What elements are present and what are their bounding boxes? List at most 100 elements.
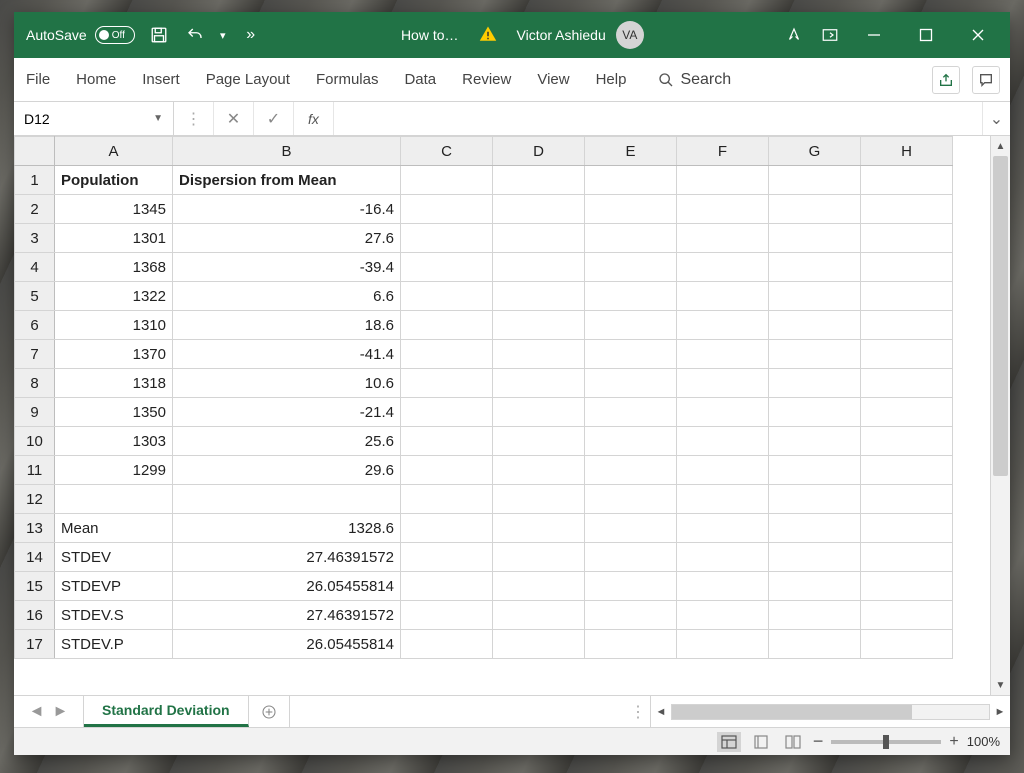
cell[interactable]: 1350 (55, 398, 173, 427)
cell[interactable]: -21.4 (173, 398, 401, 427)
cell[interactable] (769, 543, 861, 572)
cell[interactable] (585, 253, 677, 282)
sheet-split-handle[interactable]: ⋮ (626, 696, 650, 727)
cell[interactable] (493, 543, 585, 572)
cell[interactable] (401, 398, 493, 427)
sheet-nav-prev-icon[interactable]: ◄ (29, 703, 45, 721)
cell[interactable] (493, 253, 585, 282)
cell[interactable] (401, 282, 493, 311)
row-header[interactable]: 14 (15, 543, 55, 572)
cell[interactable] (769, 369, 861, 398)
cell[interactable]: -41.4 (173, 340, 401, 369)
cell[interactable] (401, 311, 493, 340)
name-box[interactable]: D12 ▼ (14, 102, 174, 135)
column-header[interactable]: G (769, 137, 861, 166)
row-header[interactable]: 17 (15, 630, 55, 659)
row-header[interactable]: 9 (15, 398, 55, 427)
row-header[interactable]: 8 (15, 369, 55, 398)
zoom-in-button[interactable]: + (949, 733, 958, 751)
cell[interactable] (677, 543, 769, 572)
close-button[interactable] (952, 12, 1004, 58)
tell-me-search[interactable]: Search (658, 71, 731, 89)
cell[interactable] (493, 398, 585, 427)
cell[interactable]: 26.05455814 (173, 572, 401, 601)
cell[interactable] (585, 601, 677, 630)
vertical-scrollbar[interactable]: ▲ ▼ (990, 136, 1010, 695)
sheet-tab-active[interactable]: Standard Deviation (84, 696, 249, 727)
autosave-toggle[interactable]: AutoSave Off (20, 26, 141, 44)
cell[interactable] (861, 195, 953, 224)
cell[interactable] (677, 369, 769, 398)
cell[interactable] (769, 166, 861, 195)
cell[interactable] (677, 224, 769, 253)
column-header[interactable]: B (173, 137, 401, 166)
cell[interactable]: 26.05455814 (173, 630, 401, 659)
cell[interactable] (585, 195, 677, 224)
row-header[interactable]: 2 (15, 195, 55, 224)
cell[interactable]: 18.6 (173, 311, 401, 340)
row-header[interactable]: 7 (15, 340, 55, 369)
row-header[interactable]: 4 (15, 253, 55, 282)
cell[interactable] (677, 253, 769, 282)
cell[interactable] (769, 311, 861, 340)
cell[interactable]: 10.6 (173, 369, 401, 398)
normal-view-button[interactable] (717, 732, 741, 752)
qat-dropdown[interactable]: ▾ (213, 17, 233, 53)
column-header[interactable]: A (55, 137, 173, 166)
expand-formula-bar[interactable]: ⌄ (982, 102, 1010, 135)
column-header[interactable]: E (585, 137, 677, 166)
cell[interactable] (769, 485, 861, 514)
tab-view[interactable]: View (535, 67, 571, 92)
row-header[interactable]: 13 (15, 514, 55, 543)
cell[interactable] (493, 224, 585, 253)
cell[interactable] (769, 630, 861, 659)
cell[interactable] (769, 456, 861, 485)
cell[interactable] (585, 456, 677, 485)
fb-more[interactable]: ⋮ (174, 102, 214, 135)
comments-button[interactable] (972, 66, 1000, 94)
spreadsheet-grid[interactable]: ABCDEFGH 1PopulationDispersion from Mean… (14, 136, 953, 659)
cell[interactable] (493, 514, 585, 543)
column-header[interactable]: C (401, 137, 493, 166)
cell[interactable]: 1299 (55, 456, 173, 485)
try-preview-icon[interactable] (776, 17, 812, 53)
cell[interactable] (677, 601, 769, 630)
cell[interactable]: 1322 (55, 282, 173, 311)
cell[interactable] (769, 601, 861, 630)
tab-help[interactable]: Help (594, 67, 629, 92)
cell[interactable] (861, 224, 953, 253)
cell[interactable] (55, 485, 173, 514)
zoom-slider[interactable] (831, 740, 941, 744)
cell[interactable] (401, 572, 493, 601)
cell[interactable]: 1368 (55, 253, 173, 282)
row-header[interactable]: 12 (15, 485, 55, 514)
cell[interactable] (861, 514, 953, 543)
cell[interactable] (677, 427, 769, 456)
cell[interactable] (769, 195, 861, 224)
cell[interactable] (401, 166, 493, 195)
row-header[interactable]: 10 (15, 427, 55, 456)
cell[interactable] (769, 224, 861, 253)
hscroll-thumb[interactable] (672, 705, 912, 719)
cell[interactable]: 6.6 (173, 282, 401, 311)
cell[interactable]: 1318 (55, 369, 173, 398)
cell[interactable] (861, 485, 953, 514)
cell[interactable]: STDEV (55, 543, 173, 572)
cell[interactable] (401, 224, 493, 253)
cell[interactable] (585, 427, 677, 456)
cell[interactable] (173, 485, 401, 514)
cell[interactable]: 27.46391572 (173, 543, 401, 572)
cell[interactable]: 1328.6 (173, 514, 401, 543)
share-button[interactable] (932, 66, 960, 94)
column-header[interactable]: F (677, 137, 769, 166)
cell[interactable]: 1310 (55, 311, 173, 340)
ribbon-display-icon[interactable] (812, 17, 848, 53)
page-layout-view-button[interactable] (749, 732, 773, 752)
avatar[interactable]: VA (616, 21, 644, 49)
cell[interactable] (493, 485, 585, 514)
zoom-level[interactable]: 100% (967, 734, 1000, 749)
cell[interactable] (401, 630, 493, 659)
cell[interactable] (493, 311, 585, 340)
cell[interactable] (585, 572, 677, 601)
cell[interactable] (585, 166, 677, 195)
